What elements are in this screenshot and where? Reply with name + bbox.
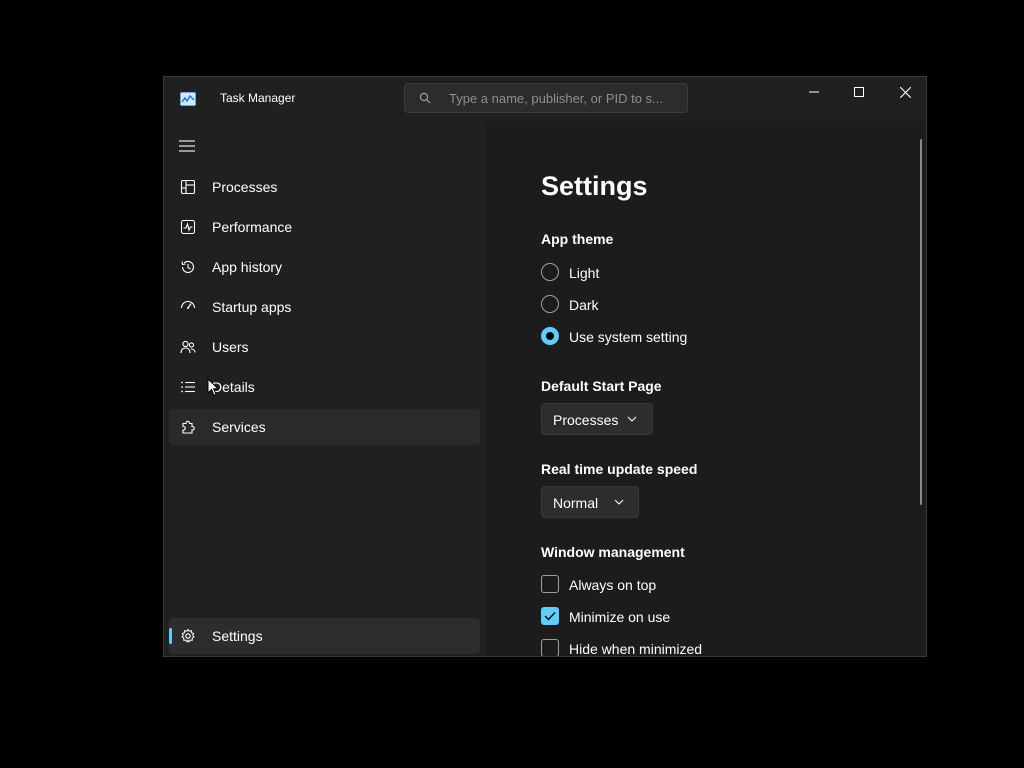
task-manager-app-icon (180, 92, 196, 106)
chevron-down-icon (627, 416, 637, 422)
option-label: Light (569, 265, 600, 281)
option-label: Always on top (569, 577, 657, 593)
processes-icon (180, 179, 196, 195)
users-icon (180, 340, 196, 354)
sidebar-item-startup-apps[interactable]: Startup apps (169, 289, 480, 325)
sidebar-item-settings[interactable]: Settings (169, 618, 480, 654)
close-button[interactable] (882, 77, 926, 107)
maximize-icon (854, 87, 864, 97)
maximize-button[interactable] (836, 77, 882, 107)
sidebar-item-users[interactable]: Users (169, 329, 480, 365)
sidebar-item-label: Users (212, 339, 249, 355)
minimize-icon (809, 91, 819, 93)
update-speed-dropdown[interactable]: Normal (541, 486, 639, 518)
sidebar-item-label: Services (212, 419, 266, 435)
settings-page: Settings App theme Light Dark Use system… (486, 121, 926, 656)
page-title: Settings (541, 171, 648, 201)
checkbox[interactable] (541, 575, 559, 593)
search-input[interactable] (449, 89, 679, 107)
radio-button[interactable] (541, 295, 559, 313)
sidebar-item-label: Startup apps (212, 299, 292, 315)
hamburger-menu-icon[interactable] (178, 139, 196, 153)
history-icon (181, 260, 195, 273)
checkbox[interactable] (541, 639, 559, 656)
task-manager-window: Task Manager Type a name, publisher, or … (163, 76, 927, 657)
option-label: Use system setting (569, 329, 688, 345)
sidebar-item-label: Processes (212, 179, 278, 195)
option-label: Minimize on use (569, 609, 671, 625)
sidebar-item-label: App history (212, 259, 283, 275)
option-label: Hide when minimized (569, 641, 703, 657)
option-label: Dark (569, 297, 599, 313)
performance-icon (180, 219, 196, 235)
close-icon (899, 86, 911, 98)
checkbox-checked[interactable] (541, 607, 559, 625)
sidebar-item-services[interactable]: Services (169, 409, 480, 445)
sidebar-item-label: Settings (212, 628, 263, 644)
dropdown-value: Normal (553, 495, 599, 511)
window-management-heading: Window management (541, 544, 685, 560)
sidebar-item-app-history[interactable]: App history (169, 249, 480, 285)
checkmark-icon (544, 612, 556, 621)
gear-icon (181, 628, 195, 643)
services-puzzle-icon (182, 420, 195, 434)
app-theme-heading: App theme (541, 231, 614, 247)
vertical-scrollbar[interactable] (920, 139, 922, 505)
radio-button-selected[interactable] (541, 327, 559, 345)
search-icon (419, 92, 431, 104)
startup-icon (180, 300, 196, 309)
chevron-down-icon (614, 499, 624, 505)
radio-button[interactable] (541, 263, 559, 281)
default-start-page-dropdown[interactable]: Processes (541, 403, 653, 435)
minimize-button[interactable] (791, 77, 837, 107)
details-list-icon (181, 381, 195, 393)
app-title: Task Manager (220, 91, 296, 105)
sidebar-item-processes[interactable]: Processes (169, 169, 480, 205)
dropdown-value: Processes (553, 412, 619, 428)
sidebar-item-label: Performance (212, 219, 293, 235)
title-bar[interactable]: Task Manager (164, 77, 926, 121)
sidebar-item-performance[interactable]: Performance (169, 209, 480, 245)
update-speed-heading: Real time update speed (541, 461, 698, 477)
default-start-page-heading: Default Start Page (541, 378, 662, 394)
search-box[interactable] (404, 83, 688, 113)
mouse-cursor-icon (207, 378, 219, 397)
selection-indicator (169, 628, 172, 644)
